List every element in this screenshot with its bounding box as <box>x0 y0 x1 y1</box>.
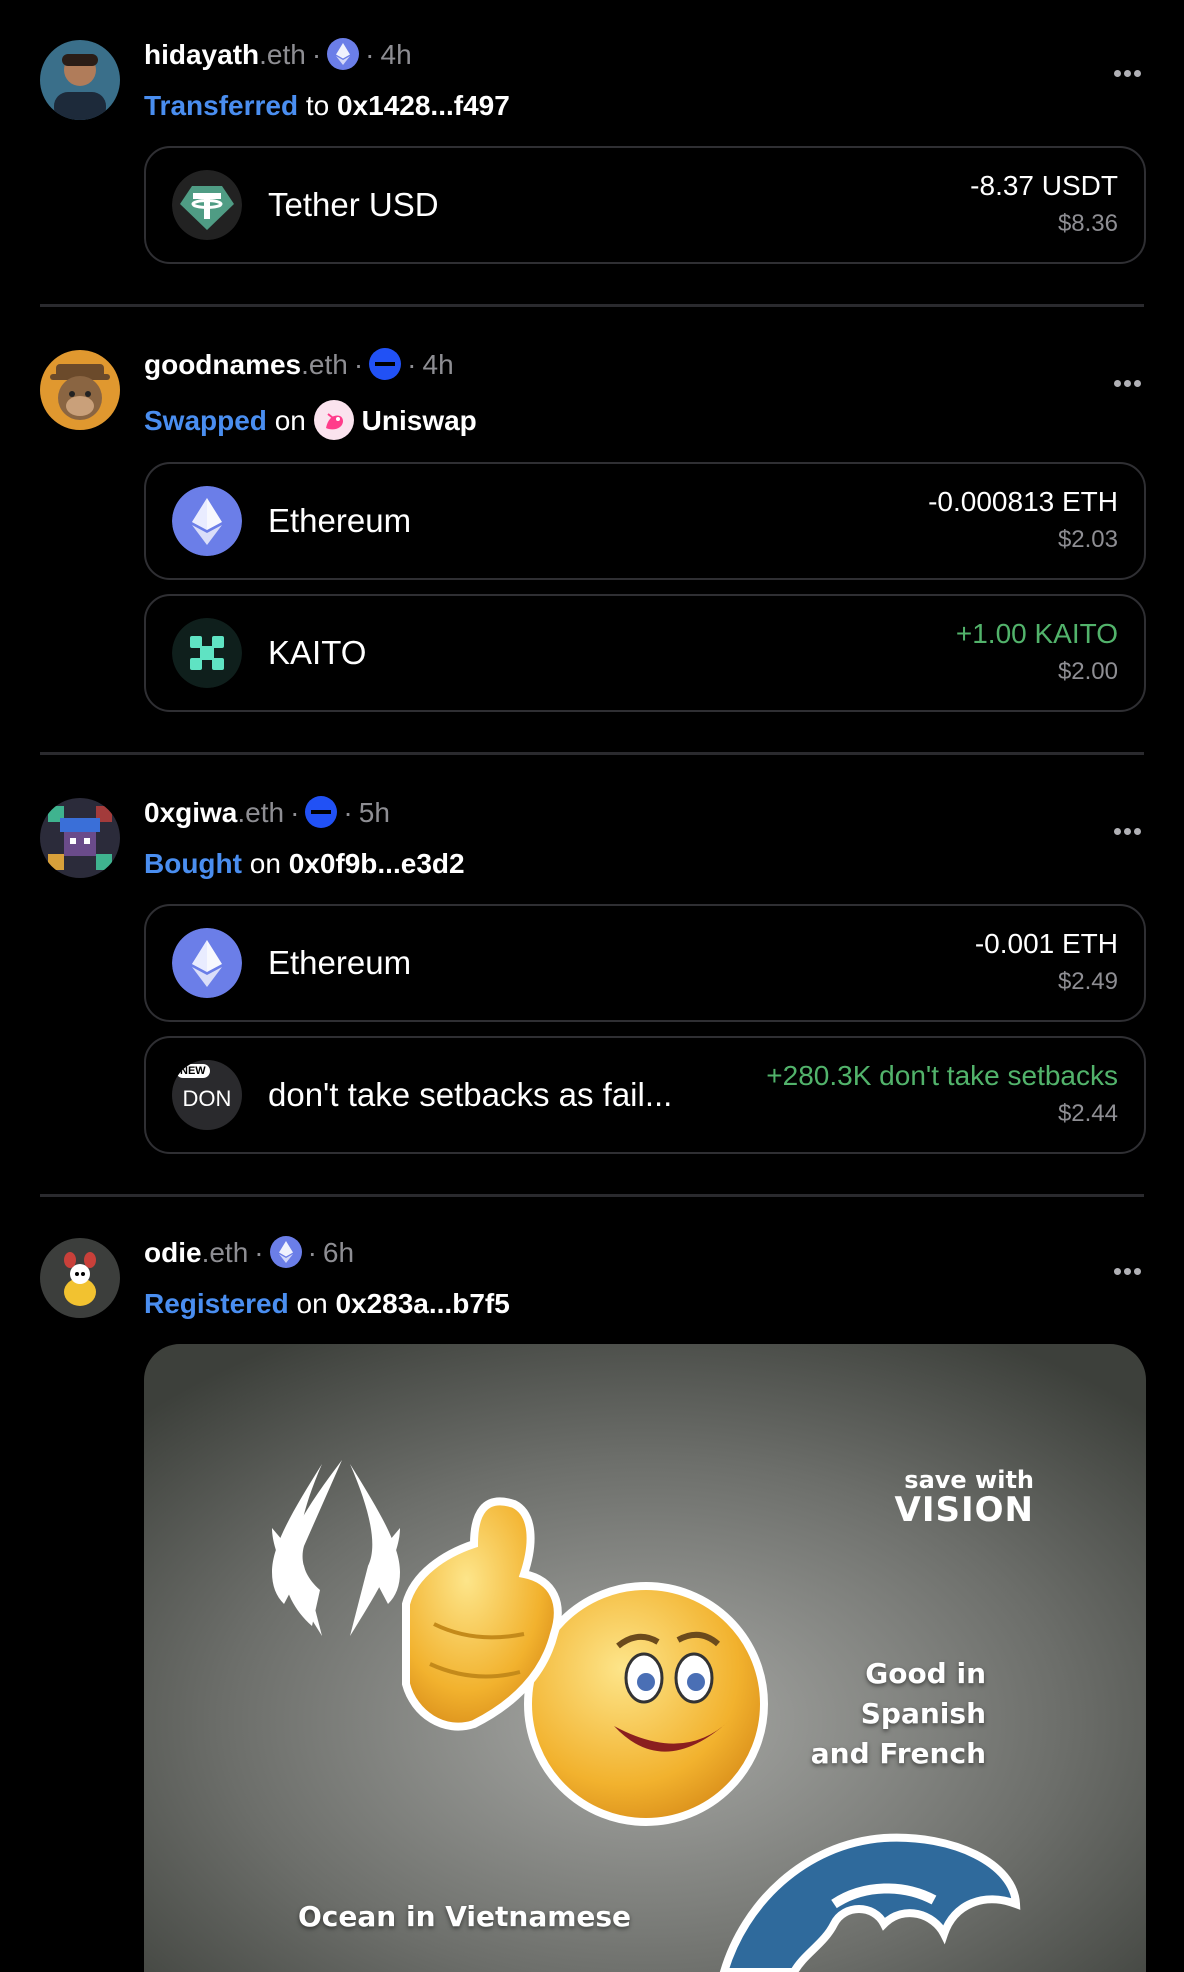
token-card[interactable]: Ethereum -0.000813 ETH $2.03 <box>144 462 1146 580</box>
nft-image[interactable]: save with VISION Good in Spanish and Fre… <box>144 1344 1146 1972</box>
brand-tagline: save with <box>904 1466 1034 1494</box>
base-chain-icon <box>369 348 402 380</box>
token-amount: -8.37 USDT <box>970 170 1118 201</box>
action-preposition: on <box>274 405 306 436</box>
action-line: Bought on 0x0f9b...e3d2 <box>144 848 465 880</box>
caption-line: Spanish <box>860 1697 986 1730</box>
tether-icon <box>172 170 242 240</box>
token-ticker: DON <box>182 1086 232 1111</box>
ethereum-icon <box>172 928 242 998</box>
post-time: 4h <box>422 349 454 380</box>
ens-suffix: .eth <box>301 349 348 380</box>
caption-line: and French <box>810 1737 986 1770</box>
nft-caption-bottom: Ocean in Vietnamese <box>298 1900 632 1933</box>
don-token-icon: NEW DON <box>172 1060 242 1130</box>
post-divider <box>40 752 1144 755</box>
action-line: Registered on 0x283a...b7f5 <box>144 1288 510 1320</box>
post-time: 5h <box>358 797 390 828</box>
avatar[interactable] <box>40 798 120 878</box>
ethereum-chain-icon <box>327 38 360 70</box>
more-options-icon[interactable] <box>1114 70 1142 78</box>
more-options-icon[interactable] <box>1114 828 1142 836</box>
action-verb: Bought <box>144 848 242 879</box>
username[interactable]: hidayath <box>144 39 259 70</box>
action-target[interactable]: 0x283a...b7f5 <box>335 1288 509 1319</box>
token-usd-value: $2.03 <box>1057 526 1118 553</box>
ens-suffix: .eth <box>201 1237 249 1268</box>
avatar[interactable] <box>40 350 120 430</box>
token-name: Ethereum <box>268 944 412 981</box>
token-name: Ethereum <box>268 502 412 539</box>
token-usd-value: $2.49 <box>1057 968 1118 995</box>
token-card[interactable]: Ethereum -0.001 ETH $2.49 <box>144 904 1146 1022</box>
more-options-icon[interactable] <box>1114 380 1142 388</box>
action-target[interactable]: Uniswap <box>362 405 477 436</box>
brand-name: VISION <box>894 1490 1034 1530</box>
token-name: Tether USD <box>268 186 439 223</box>
post-time: 4h <box>380 39 412 70</box>
username[interactable]: odie <box>144 1237 202 1268</box>
action-line: Swapped on Uniswap <box>144 400 477 440</box>
ethereum-icon <box>172 486 242 556</box>
uniswap-icon <box>313 400 354 440</box>
username[interactable]: 0xgiwa <box>144 797 237 828</box>
token-usd-value: $8.36 <box>1057 210 1118 237</box>
post-header: goodnames.eth · · 4h <box>144 348 454 380</box>
post-divider <box>40 304 1144 307</box>
action-verb: Registered <box>144 1288 289 1319</box>
post-header: odie.eth · · 6h <box>144 1236 355 1268</box>
action-line: Transferred to 0x1428...f497 <box>144 90 510 122</box>
vision-brand: save with VISION <box>895 1468 1034 1528</box>
action-preposition: on <box>296 1288 328 1319</box>
post-divider <box>40 1194 1144 1197</box>
avatar[interactable] <box>40 40 120 120</box>
username[interactable]: goodnames <box>144 349 301 380</box>
base-chain-icon <box>305 796 338 828</box>
action-target[interactable]: 0x1428...f497 <box>337 90 510 121</box>
token-usd-value: $2.44 <box>1057 1100 1118 1127</box>
action-preposition: to <box>305 90 330 121</box>
token-amount: +280.3K don't take setbacks <box>766 1060 1118 1091</box>
caption-line: Good in <box>865 1657 986 1690</box>
token-amount: -0.000813 ETH <box>928 486 1118 517</box>
ens-suffix: .eth <box>259 39 306 70</box>
action-preposition: on <box>249 848 281 879</box>
token-amount: +1.00 KAITO <box>955 618 1118 649</box>
action-target[interactable]: 0x0f9b...e3d2 <box>289 848 465 879</box>
token-card[interactable]: Tether USD -8.37 USDT $8.36 <box>144 146 1146 264</box>
avatar[interactable] <box>40 1238 120 1318</box>
action-verb: Transferred <box>144 90 299 121</box>
nft-caption-right: Good in Spanish and French <box>811 1654 986 1774</box>
token-name: KAITO <box>268 634 367 671</box>
post-header: hidayath.eth · · 4h <box>144 38 412 70</box>
token-amount: -0.001 ETH <box>974 928 1118 959</box>
more-options-icon[interactable] <box>1114 1268 1142 1276</box>
action-verb: Swapped <box>144 405 267 436</box>
ens-suffix: .eth <box>237 797 285 828</box>
token-usd-value: $2.00 <box>1057 658 1118 685</box>
kaito-icon <box>172 618 242 688</box>
post-time: 6h <box>322 1237 355 1268</box>
ethereum-chain-icon <box>269 1236 302 1268</box>
token-card[interactable]: KAITO +1.00 KAITO $2.00 <box>144 594 1146 712</box>
token-card[interactable]: NEW DON don't take setbacks as fail... +… <box>144 1036 1146 1154</box>
post-header: 0xgiwa.eth · · 5h <box>144 796 390 828</box>
new-badge: NEW <box>176 1064 210 1078</box>
token-name: don't take setbacks as fail... <box>268 1076 673 1113</box>
